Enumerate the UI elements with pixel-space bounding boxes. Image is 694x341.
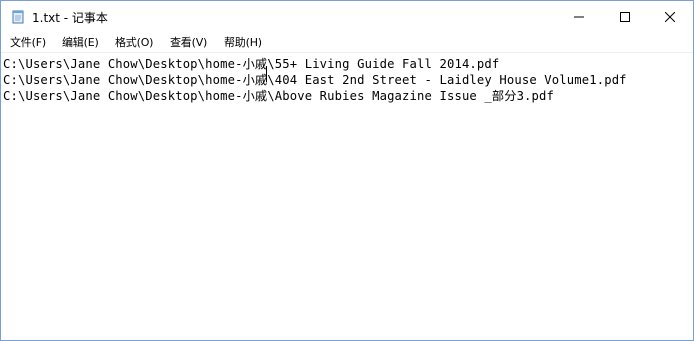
maximize-button[interactable] <box>602 1 648 31</box>
menu-bar: 文件(F) 编辑(E) 格式(O) 查看(V) 帮助(H) <box>1 31 693 53</box>
text-line: C:\Users\Jane Chow\Desktop\home-小戚\Above… <box>3 89 555 103</box>
menu-format[interactable]: 格式(O) <box>115 34 153 50</box>
notepad-icon <box>11 9 25 24</box>
notepad-window: 1.txt - 记事本 文件(F) 编辑(E) 格式(O) 查看(V) 帮助(H… <box>0 0 694 341</box>
text-editor-area[interactable]: C:\Users\Jane Chow\Desktop\home-小戚\55+ L… <box>1 53 693 339</box>
menu-view[interactable]: 查看(V) <box>170 34 207 50</box>
minimize-button[interactable] <box>556 1 602 31</box>
menu-help[interactable]: 帮助(H) <box>224 34 262 50</box>
minimize-icon <box>574 7 584 26</box>
close-icon <box>664 7 676 26</box>
maximize-icon <box>620 7 630 26</box>
close-button[interactable] <box>647 1 693 31</box>
title-bar[interactable]: 1.txt - 记事本 <box>1 1 693 31</box>
text-caret <box>266 66 267 82</box>
menu-file[interactable]: 文件(F) <box>10 34 46 50</box>
window-title: 1.txt - 记事本 <box>32 11 108 25</box>
menu-edit[interactable]: 编辑(E) <box>62 34 99 50</box>
